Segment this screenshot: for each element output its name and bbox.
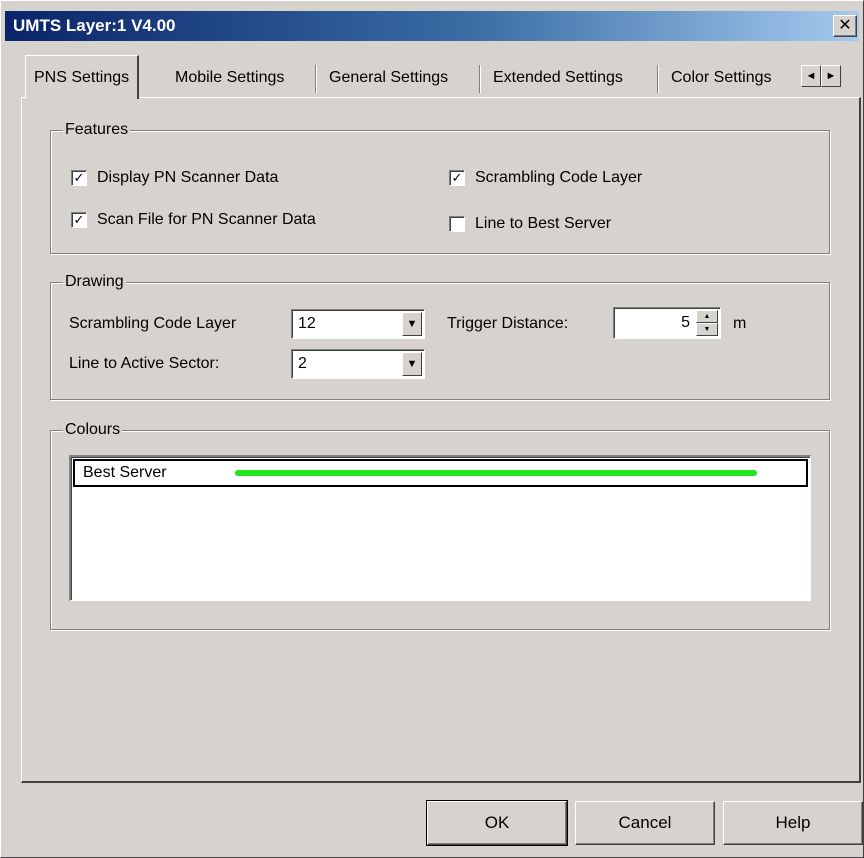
tab-general-settings[interactable]: General Settings bbox=[321, 59, 456, 97]
checkmark-icon: ✓ bbox=[73, 170, 85, 185]
tab-pns-settings[interactable]: PNS Settings bbox=[25, 55, 140, 99]
tab-scroll-right-button[interactable]: ► bbox=[821, 65, 841, 87]
checkbox-label: Line to Best Server bbox=[475, 215, 612, 232]
tab-label: Mobile Settings bbox=[175, 69, 285, 86]
checkbox-label: Scrambling Code Layer bbox=[475, 169, 643, 186]
checkbox-label: Scan File for PN Scanner Data bbox=[97, 211, 316, 228]
colours-list[interactable]: Best Server bbox=[69, 455, 811, 601]
line-to-active-sector-label: Line to Active Sector: bbox=[69, 355, 220, 372]
colour-swatch bbox=[235, 470, 757, 476]
close-icon: ✕ bbox=[838, 17, 852, 34]
select-value: 12 bbox=[298, 315, 316, 332]
tab-extended-settings[interactable]: Extended Settings bbox=[485, 59, 631, 97]
tab-scroll-left-button[interactable]: ◄ bbox=[801, 65, 821, 87]
tab-separator bbox=[657, 65, 659, 93]
scrambling-code-layer-select[interactable]: 12 ▼ bbox=[291, 309, 425, 339]
checkmark-icon: ✓ bbox=[73, 212, 85, 227]
cancel-button[interactable]: Cancel bbox=[575, 801, 715, 845]
spinner-buttons: ▲ ▼ bbox=[696, 310, 718, 336]
tab-separator bbox=[315, 65, 317, 93]
checkbox-box[interactable]: ✓ bbox=[449, 170, 465, 186]
trigger-distance-label: Trigger Distance: bbox=[447, 315, 569, 332]
help-button[interactable]: Help bbox=[723, 801, 863, 845]
checkmark-icon: ✓ bbox=[451, 170, 463, 185]
checkbox-label: Display PN Scanner Data bbox=[97, 169, 279, 186]
tab-mobile-settings[interactable]: Mobile Settings bbox=[167, 59, 292, 97]
colours-title: Colours bbox=[63, 419, 123, 441]
tab-panel-pns-settings: Features ✓ Display PN Scanner Data ✓ Sca… bbox=[21, 97, 861, 783]
drawing-group: Drawing Scrambling Code Layer 12 ▼ Line … bbox=[50, 271, 830, 400]
scrambling-code-layer-label: Scrambling Code Layer bbox=[69, 315, 237, 332]
colours-group: Colours Best Server bbox=[50, 419, 830, 630]
title-bar[interactable]: UMTS Layer:1 V4.00 ✕ bbox=[5, 11, 859, 41]
trigger-distance-unit: m bbox=[733, 315, 747, 332]
arrow-right-icon: ► bbox=[825, 70, 837, 82]
spinner-value[interactable]: 5 bbox=[681, 314, 690, 332]
line-to-active-sector-select[interactable]: 2 ▼ bbox=[291, 349, 425, 379]
display-pn-scanner-checkbox[interactable]: ✓ Display PN Scanner Data bbox=[71, 169, 278, 187]
tab-separator bbox=[479, 65, 481, 93]
tab-color-settings[interactable]: Color Settings bbox=[663, 59, 780, 97]
ok-button[interactable]: OK bbox=[426, 800, 568, 846]
arrow-up-icon: ▲ bbox=[703, 313, 711, 320]
line-to-best-server-checkbox[interactable]: Line to Best Server bbox=[449, 215, 611, 233]
arrow-left-icon: ◄ bbox=[805, 70, 817, 82]
colour-row-label: Best Server bbox=[83, 464, 167, 481]
colour-row-best-server[interactable]: Best Server bbox=[73, 459, 808, 487]
scan-file-pn-scanner-checkbox[interactable]: ✓ Scan File for PN Scanner Data bbox=[71, 211, 316, 229]
arrow-down-icon: ▼ bbox=[703, 326, 711, 333]
close-button[interactable]: ✕ bbox=[833, 15, 857, 37]
checkbox-box[interactable]: ✓ bbox=[71, 212, 87, 228]
trigger-distance-spinner[interactable]: 5 ▲ ▼ bbox=[613, 307, 721, 339]
tab-label: Color Settings bbox=[671, 69, 772, 86]
checkbox-box[interactable]: ✓ bbox=[71, 170, 87, 186]
checkbox-box[interactable] bbox=[449, 216, 465, 232]
features-title: Features bbox=[63, 119, 131, 141]
dropdown-button[interactable]: ▼ bbox=[402, 352, 422, 376]
spin-down-button[interactable]: ▼ bbox=[696, 323, 718, 336]
dialog-window: UMTS Layer:1 V4.00 ✕ PNS Settings Mobile… bbox=[0, 0, 864, 858]
spin-up-button[interactable]: ▲ bbox=[696, 310, 718, 323]
tab-label: PNS Settings bbox=[34, 69, 130, 86]
chevron-down-icon: ▼ bbox=[406, 358, 418, 370]
tab-label: Extended Settings bbox=[493, 69, 623, 86]
tab-label: General Settings bbox=[329, 69, 449, 86]
select-value: 2 bbox=[298, 355, 307, 372]
chevron-down-icon: ▼ bbox=[406, 318, 418, 330]
drawing-title: Drawing bbox=[63, 271, 126, 293]
features-group: Features ✓ Display PN Scanner Data ✓ Sca… bbox=[50, 119, 830, 254]
scrambling-code-layer-checkbox[interactable]: ✓ Scrambling Code Layer bbox=[449, 169, 642, 187]
dropdown-button[interactable]: ▼ bbox=[402, 312, 422, 336]
window-title: UMTS Layer:1 V4.00 bbox=[13, 16, 176, 35]
